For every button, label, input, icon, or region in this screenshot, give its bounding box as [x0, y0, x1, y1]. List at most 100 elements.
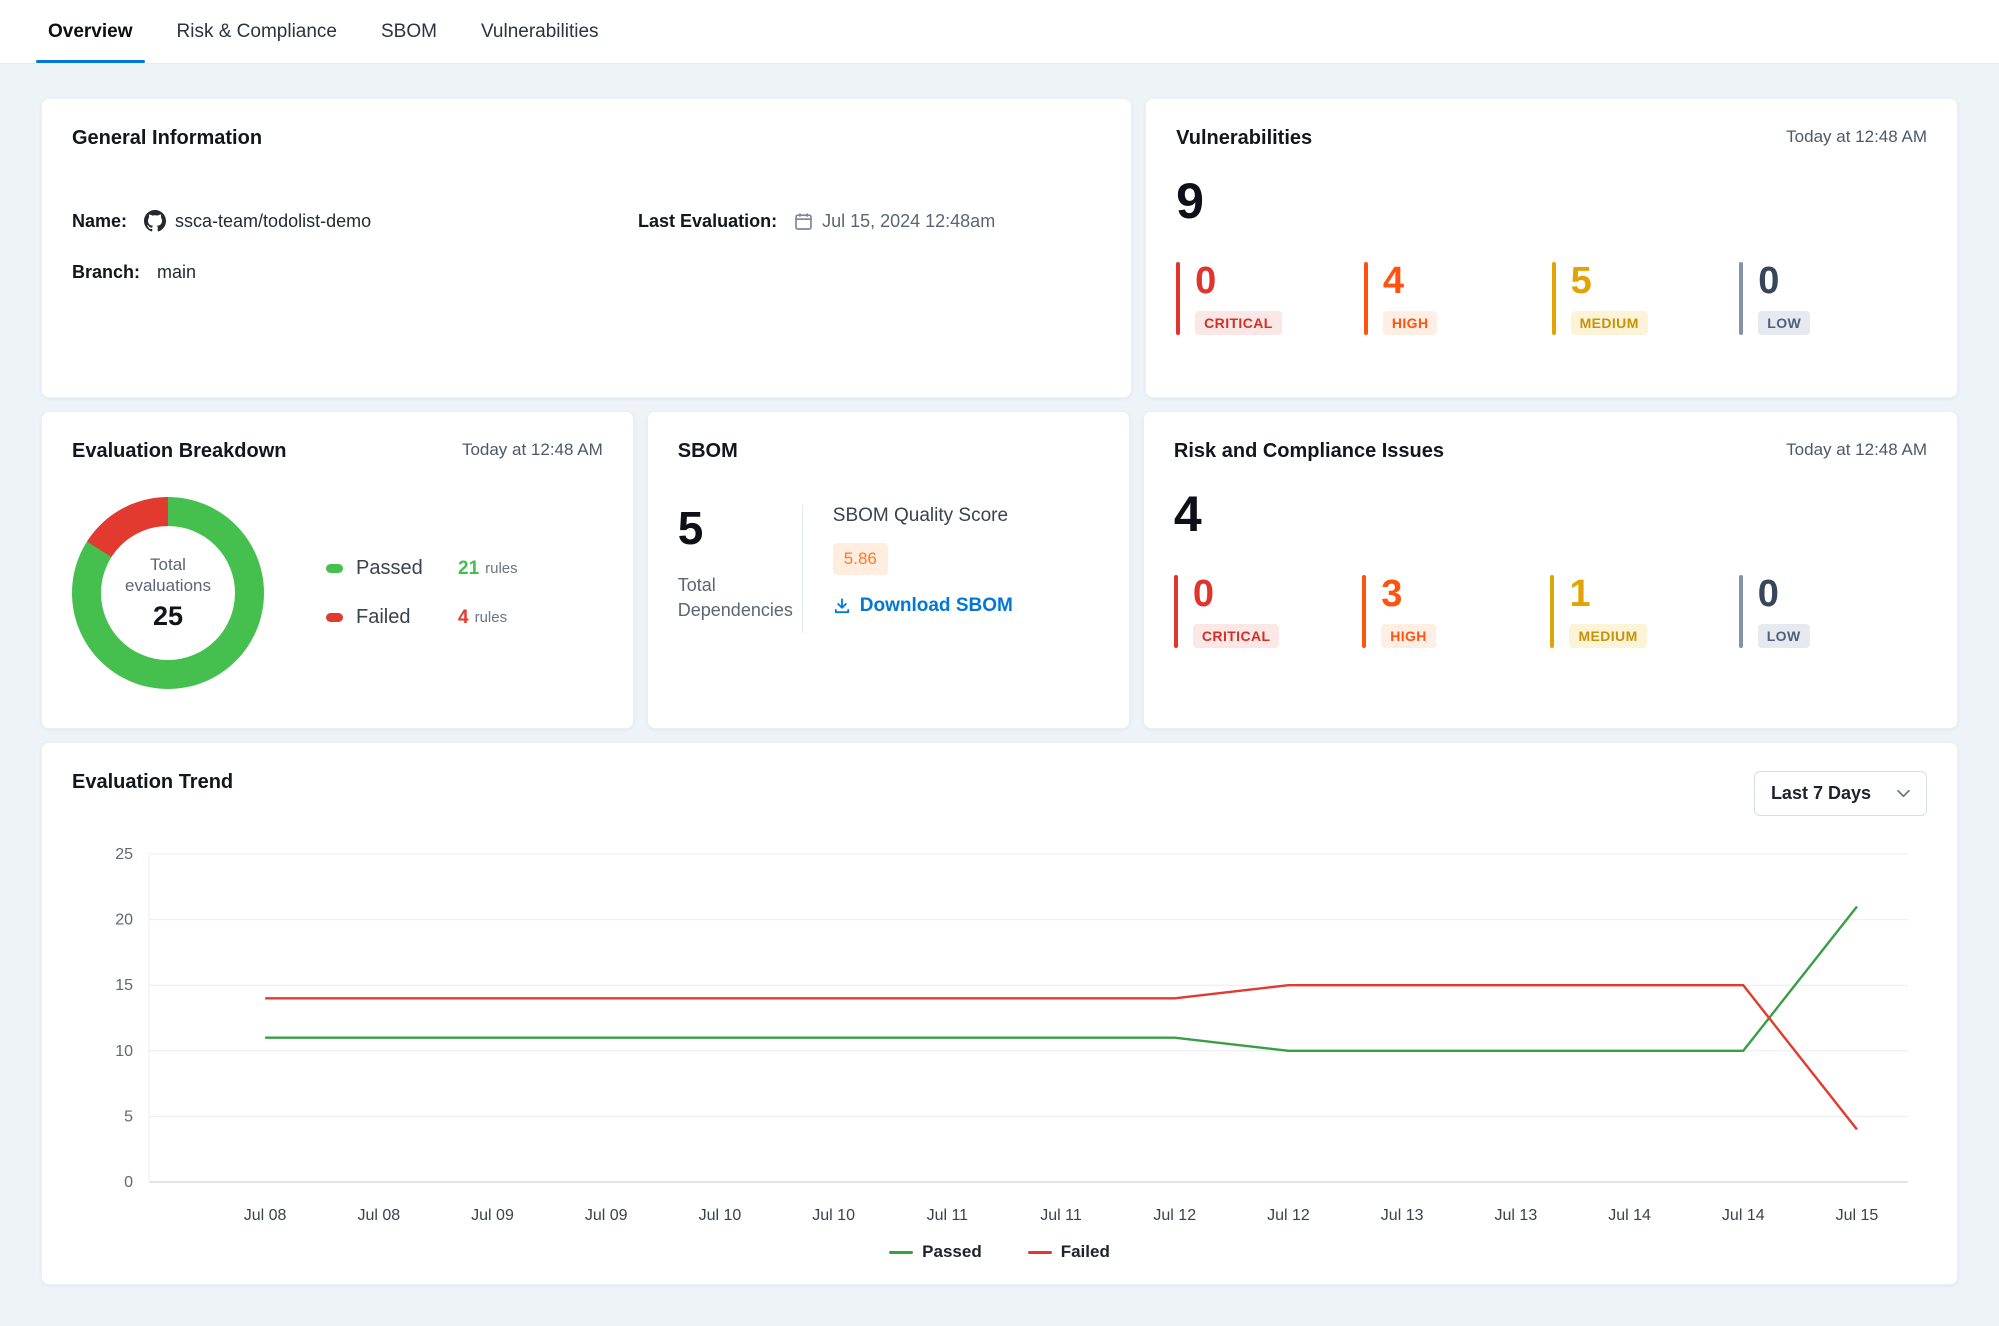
tab-risk-compliance-label: Risk & Compliance — [177, 21, 338, 43]
evaluation-breakdown-card: Evaluation Breakdown Today at 12:48 AM T… — [41, 411, 634, 729]
severity-critical: 0 CRITICAL — [1176, 262, 1364, 335]
branch-value: main — [157, 262, 196, 283]
name-label: Name: — [72, 211, 127, 232]
evaluation-breakdown-title: Evaluation Breakdown — [72, 440, 287, 463]
failed-unit: rules — [475, 609, 508, 626]
chevron-down-icon — [1897, 789, 1910, 798]
vulnerabilities-total: 9 — [1176, 176, 1927, 226]
severity-badge: MEDIUM — [1569, 624, 1646, 648]
svg-text:Jul 13: Jul 13 — [1381, 1207, 1424, 1224]
tab-bar: Overview Risk & Compliance SBOM Vulnerab… — [0, 0, 1999, 64]
tab-vulnerabilities[interactable]: Vulnerabilities — [459, 0, 621, 63]
svg-text:Jul 10: Jul 10 — [812, 1207, 855, 1224]
tab-sbom[interactable]: SBOM — [359, 0, 459, 63]
failed-dot-icon — [326, 613, 343, 622]
severity-count: 0 — [1758, 262, 1779, 302]
svg-text:Jul 13: Jul 13 — [1495, 1207, 1538, 1224]
tab-risk-compliance[interactable]: Risk & Compliance — [155, 0, 360, 63]
last-evaluation-label: Last Evaluation: — [638, 211, 777, 232]
svg-text:Jul 08: Jul 08 — [244, 1207, 287, 1224]
svg-text:0: 0 — [124, 1174, 133, 1191]
passed-label: Passed — [356, 557, 458, 580]
tab-vulnerabilities-label: Vulnerabilities — [481, 21, 599, 43]
repo-name-value: ssca-team/todolist-demo — [175, 211, 371, 232]
legend-failed: Failed — [1028, 1242, 1110, 1262]
severity-badge: CRITICAL — [1195, 311, 1282, 335]
total-dependencies-count: 5 — [678, 505, 788, 551]
failed-label: Failed — [356, 606, 458, 629]
svg-text:Jul 14: Jul 14 — [1608, 1207, 1651, 1224]
sbom-quality-score-label: SBOM Quality Score — [833, 505, 1013, 527]
general-information-title: General Information — [72, 127, 262, 150]
svg-text:Jul 11: Jul 11 — [927, 1207, 969, 1224]
risk-compliance-timestamp: Today at 12:48 AM — [1786, 440, 1927, 460]
tab-overview[interactable]: Overview — [26, 0, 155, 63]
severity-bar — [1176, 262, 1180, 335]
risk-compliance-total: 4 — [1174, 489, 1927, 539]
severity-count: 5 — [1571, 262, 1592, 302]
risk-compliance-card: Risk and Compliance Issues Today at 12:4… — [1143, 411, 1958, 729]
risk-compliance-title: Risk and Compliance Issues — [1174, 440, 1444, 463]
failed-count: 4 — [458, 607, 469, 629]
evaluation-trend-chart: 0510152025Jul 08Jul 08Jul 09Jul 09Jul 10… — [72, 834, 1927, 1236]
severity-medium: 5 MEDIUM — [1552, 262, 1740, 335]
svg-text:Jul 08: Jul 08 — [357, 1207, 400, 1224]
legend-failed-label: Failed — [1061, 1242, 1110, 1262]
total-dependencies-label: Total Dependencies — [678, 573, 788, 623]
severity-badge: HIGH — [1383, 311, 1438, 335]
severity-high: 3 HIGH — [1362, 575, 1550, 648]
severity-badge: CRITICAL — [1193, 624, 1280, 648]
svg-text:Jul 14: Jul 14 — [1722, 1207, 1765, 1224]
severity-bar — [1174, 575, 1178, 648]
calendar-icon — [794, 212, 813, 231]
download-sbom-link[interactable]: Download SBOM — [833, 595, 1013, 617]
severity-low: 0 LOW — [1739, 262, 1927, 335]
severity-count: 1 — [1569, 575, 1590, 615]
vulnerabilities-timestamp: Today at 12:48 AM — [1786, 127, 1927, 147]
dashboard-content: General Information Name: ssca-team/todo… — [0, 64, 1999, 1309]
legend-passed-label: Passed — [922, 1242, 982, 1262]
general-information-card: General Information Name: ssca-team/todo… — [41, 98, 1132, 398]
svg-text:Jul 11: Jul 11 — [1040, 1207, 1082, 1224]
evaluation-trend-title: Evaluation Trend — [72, 771, 233, 794]
severity-count: 0 — [1195, 262, 1216, 302]
donut-center-value: 25 — [153, 601, 183, 632]
svg-text:5: 5 — [124, 1108, 133, 1125]
vulnerabilities-severity-row: 0 CRITICAL 4 HIGH 5 — [1176, 262, 1927, 335]
svg-text:15: 15 — [115, 977, 133, 994]
donut-center: Total evaluations 25 — [101, 526, 235, 660]
severity-badge: LOW — [1758, 624, 1810, 648]
svg-text:20: 20 — [115, 912, 133, 929]
download-sbom-label: Download SBOM — [860, 595, 1013, 617]
severity-badge: HIGH — [1381, 624, 1436, 648]
severity-badge: MEDIUM — [1571, 311, 1648, 335]
severity-critical: 0 CRITICAL — [1174, 575, 1362, 648]
svg-text:Jul 12: Jul 12 — [1153, 1207, 1196, 1224]
legend-passed-row: Passed 21 rules — [326, 557, 518, 580]
severity-bar — [1550, 575, 1554, 648]
severity-bar — [1739, 575, 1743, 648]
severity-low: 0 LOW — [1739, 575, 1927, 648]
svg-text:Jul 09: Jul 09 — [471, 1207, 514, 1224]
severity-high: 4 HIGH — [1364, 262, 1552, 335]
vulnerabilities-card: Vulnerabilities Today at 12:48 AM 9 0 CR… — [1145, 98, 1958, 398]
vulnerabilities-title: Vulnerabilities — [1176, 127, 1312, 150]
severity-badge: LOW — [1758, 311, 1810, 335]
sbom-title: SBOM — [678, 440, 738, 463]
sbom-quality-score-badge: 5.86 — [833, 543, 888, 575]
risk-severity-row: 0 CRITICAL 3 HIGH 1 — [1174, 575, 1927, 648]
page: Overview Risk & Compliance SBOM Vulnerab… — [0, 0, 1999, 1309]
last-evaluation-row: Last Evaluation: Jul 15, 2024 12:48am — [638, 210, 1101, 232]
legend-passed: Passed — [889, 1242, 982, 1262]
evaluation-donut: Total evaluations 25 — [72, 497, 264, 689]
passed-dot-icon — [326, 564, 343, 573]
passed-line-icon — [889, 1251, 913, 1254]
severity-count: 4 — [1383, 262, 1404, 302]
severity-bar — [1362, 575, 1366, 648]
last-evaluation-value: Jul 15, 2024 12:48am — [822, 211, 995, 232]
evaluation-breakdown-timestamp: Today at 12:48 AM — [462, 440, 603, 460]
tab-sbom-label: SBOM — [381, 21, 437, 43]
date-range-dropdown[interactable]: Last 7 Days — [1754, 771, 1927, 816]
severity-count: 0 — [1193, 575, 1214, 615]
passed-unit: rules — [485, 560, 518, 577]
